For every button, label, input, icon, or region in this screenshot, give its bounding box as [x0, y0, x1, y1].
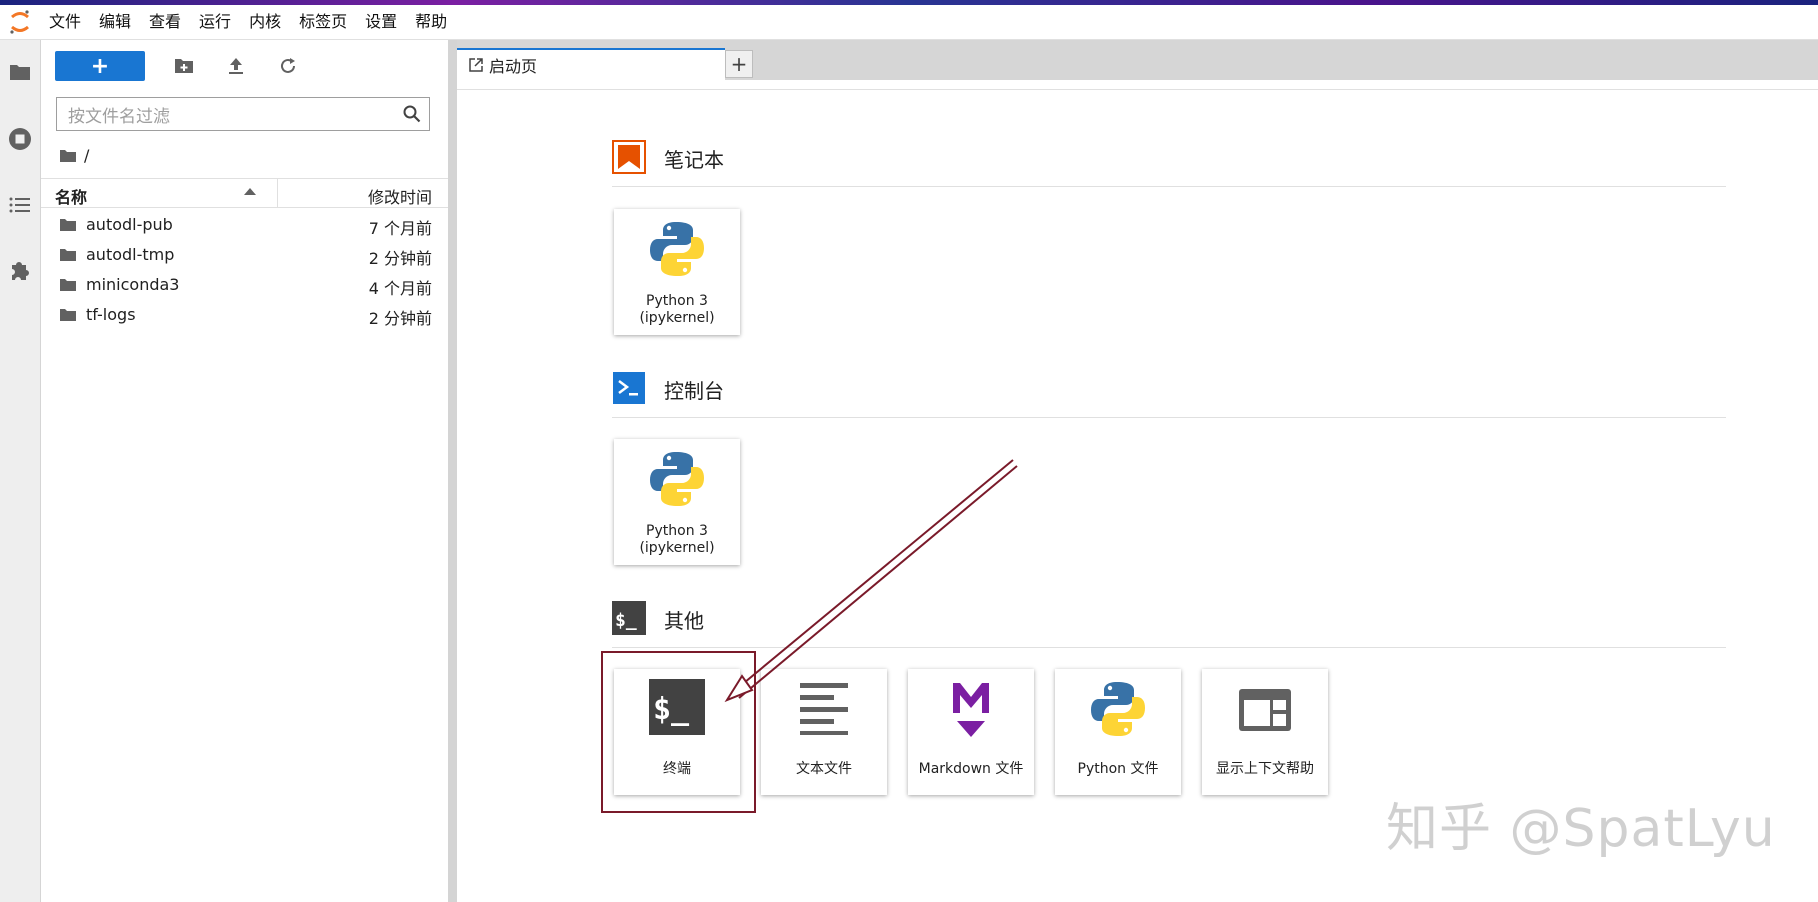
- file-list-header: 名称 修改时间: [41, 178, 448, 208]
- folder-icon: [59, 149, 77, 163]
- python-icon: [614, 219, 740, 285]
- new-folder-icon[interactable]: [171, 53, 197, 79]
- annotation-highlight-box: [601, 651, 756, 813]
- tab-bar: 启动页 +: [457, 40, 1818, 80]
- column-modified-header[interactable]: 修改时间: [368, 184, 432, 208]
- section-other: $_ 其他: [612, 601, 1726, 641]
- watermark: 知乎 @SpatLyu: [1386, 799, 1776, 859]
- markdown-icon: [908, 679, 1034, 745]
- card-label-line1: Python 3: [646, 523, 708, 539]
- card-label-line2: (ipykernel): [639, 540, 715, 556]
- section-title: 其他: [664, 609, 704, 633]
- toc-icon[interactable]: [7, 192, 33, 218]
- file-row[interactable]: miniconda3 4 个月前: [41, 270, 448, 300]
- console-icon: [612, 371, 646, 405]
- menu-run[interactable]: 运行: [190, 5, 240, 39]
- sort-ascending-icon: [244, 188, 256, 195]
- svg-text:$_: $_: [615, 610, 637, 631]
- folder-icon: [59, 217, 77, 236]
- upload-icon[interactable]: [223, 53, 249, 79]
- section-console: 控制台: [612, 371, 1726, 411]
- python-icon: [614, 449, 740, 515]
- file-modified: 2 分钟前: [368, 249, 432, 268]
- card-label-line2: (ipykernel): [639, 310, 715, 326]
- file-filter-input[interactable]: 按文件名过滤: [56, 97, 430, 131]
- file-browser-panel: + 按文件名过滤 / 名称 修改时间 autodl-pub 7 个月前 auto…: [41, 40, 448, 902]
- folder-icon: [59, 307, 77, 326]
- menu-kernel[interactable]: 内核: [240, 5, 290, 39]
- text-file-card[interactable]: 文本文件: [761, 669, 887, 795]
- menu-file[interactable]: 文件: [40, 5, 90, 39]
- terminal-icon: $_: [612, 601, 646, 635]
- extension-icon[interactable]: [7, 257, 33, 283]
- folder-icon: [59, 277, 77, 296]
- tab-launcher[interactable]: 启动页: [457, 48, 725, 80]
- new-launcher-button[interactable]: +: [55, 51, 145, 81]
- search-icon[interactable]: [403, 105, 421, 123]
- breadcrumb[interactable]: /: [59, 146, 89, 165]
- notebook-icon: [612, 140, 646, 174]
- file-row[interactable]: autodl-tmp 2 分钟前: [41, 240, 448, 270]
- search-placeholder: 按文件名过滤: [68, 106, 170, 127]
- tab-title: 启动页: [489, 57, 538, 76]
- refresh-icon[interactable]: [275, 53, 301, 79]
- column-name-header[interactable]: 名称: [55, 184, 87, 208]
- file-name: autodl-pub: [86, 215, 173, 234]
- file-name: tf-logs: [86, 305, 136, 324]
- markdown-file-card[interactable]: Markdown 文件: [908, 669, 1034, 795]
- context-help-icon: [1202, 679, 1328, 745]
- python-icon: [1055, 679, 1181, 745]
- file-modified: 4 个月前: [368, 279, 432, 298]
- section-divider: [612, 186, 1726, 187]
- python-file-card[interactable]: Python 文件: [1055, 669, 1181, 795]
- file-modified: 2 分钟前: [368, 309, 432, 328]
- activity-bar: [0, 40, 41, 902]
- file-modified: 7 个月前: [368, 219, 432, 238]
- column-divider: [277, 179, 278, 208]
- file-name: autodl-tmp: [86, 245, 175, 264]
- launch-icon: [469, 58, 483, 72]
- section-title: 控制台: [664, 379, 724, 403]
- menu-bar: 文件 编辑 查看 运行 内核 标签页 设置 帮助: [0, 5, 1818, 40]
- running-icon[interactable]: [7, 126, 33, 152]
- folder-icon: [59, 247, 77, 266]
- notebook-python3-card[interactable]: Python 3 (ipykernel): [614, 209, 740, 335]
- file-browser-toolbar: +: [55, 51, 301, 81]
- menu-settings[interactable]: 设置: [356, 5, 406, 39]
- menu-help[interactable]: 帮助: [406, 5, 456, 39]
- file-name: miniconda3: [86, 275, 180, 294]
- context-help-card[interactable]: 显示上下文帮助: [1202, 669, 1328, 795]
- section-notebook: 笔记本: [612, 140, 1726, 180]
- tab-content-border: [457, 80, 1818, 90]
- folder-icon[interactable]: [7, 59, 33, 85]
- panel-splitter[interactable]: [448, 40, 457, 902]
- card-label-line1: Python 3: [646, 293, 708, 309]
- card-label: 显示上下文帮助: [1216, 761, 1314, 777]
- section-title: 笔记本: [664, 148, 724, 172]
- text-file-icon: [761, 679, 887, 745]
- section-divider: [612, 417, 1726, 418]
- add-tab-button[interactable]: +: [725, 50, 753, 78]
- jupyter-logo-icon: [0, 5, 40, 39]
- card-label: Python 文件: [1077, 761, 1159, 777]
- console-python3-card[interactable]: Python 3 (ipykernel): [614, 439, 740, 565]
- menu-edit[interactable]: 编辑: [90, 5, 140, 39]
- breadcrumb-root[interactable]: /: [84, 146, 89, 165]
- file-row[interactable]: tf-logs 2 分钟前: [41, 300, 448, 330]
- menu-tabs[interactable]: 标签页: [290, 5, 356, 39]
- file-row[interactable]: autodl-pub 7 个月前: [41, 210, 448, 240]
- card-label: Markdown 文件: [918, 761, 1024, 777]
- menu-view[interactable]: 查看: [140, 5, 190, 39]
- card-label: 文本文件: [796, 761, 852, 777]
- section-divider: [612, 647, 1726, 648]
